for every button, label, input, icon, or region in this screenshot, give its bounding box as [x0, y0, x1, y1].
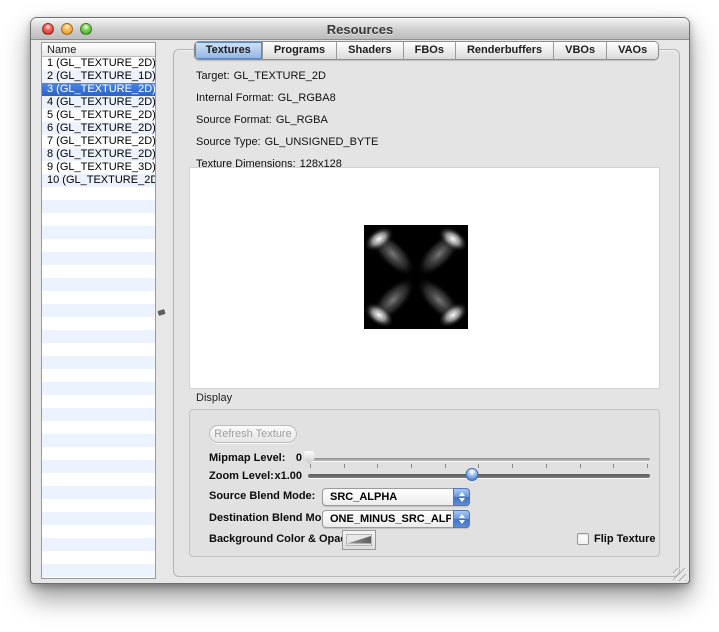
info-source-type: Source Type: GL_UNSIGNED_BYTE: [196, 136, 378, 148]
list-item-selected[interactable]: 3 (GL_TEXTURE_2D): [42, 83, 155, 96]
info-source-format: Source Format: GL_RGBA: [196, 114, 328, 126]
info-value: GL_TEXTURE_2D: [234, 70, 326, 82]
list-item[interactable]: 1 (GL_TEXTURE_2D): [42, 57, 155, 70]
tab-bar: Textures Programs Shaders FBOs Renderbuf…: [173, 41, 680, 58]
list-item[interactable]: 4 (GL_TEXTURE_2D): [42, 96, 155, 109]
desktop: { "window": { "title": "Resources" }, "c…: [0, 0, 719, 632]
info-value: GL_RGBA: [276, 114, 328, 126]
flip-texture-label: Flip Texture: [594, 533, 656, 545]
zoom-slider-thumb[interactable]: [466, 468, 479, 481]
mipmap-slider-track[interactable]: [308, 458, 650, 461]
mouse-cursor-artifact: [157, 309, 165, 316]
background-color-label: Background Color & Opacity:: [209, 533, 363, 545]
tab-fbos[interactable]: FBOs: [404, 42, 456, 59]
source-blend-label: Source Blend Mode:: [209, 490, 315, 502]
display-groupbox: Refresh Texture Mipmap Level: 0 Zoom Lev…: [189, 409, 660, 557]
source-blend-popup[interactable]: SRC_ALPHA: [322, 488, 470, 506]
flip-texture-checkbox[interactable]: [577, 533, 589, 545]
list-header-name[interactable]: Name: [42, 43, 155, 57]
info-label: Target:: [196, 70, 230, 82]
title-bar[interactable]: Resources: [31, 18, 689, 40]
display-section-label: Display: [196, 392, 232, 404]
arrow-up-icon: [459, 514, 465, 518]
list-item[interactable]: 9 (GL_TEXTURE_3D): [42, 161, 155, 174]
texture-preview-area: [189, 167, 660, 389]
destination-blend-value: ONE_MINUS_SRC_ALPHA: [323, 511, 451, 527]
arrow-down-icon: [459, 520, 465, 524]
info-label: Source Format:: [196, 114, 272, 126]
destination-blend-popup[interactable]: ONE_MINUS_SRC_ALPHA: [322, 510, 470, 528]
texture-image: [364, 225, 468, 329]
background-color-well[interactable]: [342, 530, 376, 550]
window-resize-grip[interactable]: [673, 568, 686, 581]
popup-stepper-icon: [453, 510, 470, 528]
mipmap-level-slider[interactable]: [308, 451, 650, 465]
list-item[interactable]: 5 (GL_TEXTURE_2D): [42, 109, 155, 122]
opacity-wedge-icon: [347, 535, 371, 545]
info-internal-format: Internal Format: GL_RGBA8: [196, 92, 336, 104]
mipmap-slider-thumb[interactable]: [304, 451, 315, 464]
tab-shaders[interactable]: Shaders: [337, 42, 403, 59]
list-item[interactable]: 7 (GL_TEXTURE_2D): [42, 135, 155, 148]
list-item[interactable]: 10 (GL_TEXTURE_2D): [42, 174, 155, 187]
popup-stepper-icon: [453, 488, 470, 506]
list-body: 1 (GL_TEXTURE_2D) 2 (GL_TEXTURE_1D) 3 (G…: [42, 57, 155, 578]
tab-textures[interactable]: Textures: [195, 42, 263, 59]
tab-programs[interactable]: Programs: [263, 42, 337, 59]
info-label: Internal Format:: [196, 92, 274, 104]
resources-window: Resources Name 1 (GL_TEXTURE_2D) 2 (GL_T…: [30, 17, 690, 584]
arrow-down-icon: [459, 498, 465, 502]
zoom-slider-track[interactable]: [308, 474, 650, 478]
color-swatch: [346, 534, 372, 546]
zoom-level-value: x1.00: [264, 470, 302, 482]
info-value: GL_UNSIGNED_BYTE: [265, 136, 379, 148]
list-item[interactable]: 8 (GL_TEXTURE_2D): [42, 148, 155, 161]
list-item[interactable]: 2 (GL_TEXTURE_1D): [42, 70, 155, 83]
tab-vbos[interactable]: VBOs: [554, 42, 607, 59]
list-item[interactable]: 6 (GL_TEXTURE_2D): [42, 122, 155, 135]
window-title: Resources: [31, 22, 689, 37]
info-value: GL_RGBA8: [278, 92, 336, 104]
info-label: Source Type:: [196, 136, 261, 148]
source-blend-value: SRC_ALPHA: [323, 489, 451, 505]
info-target: Target: GL_TEXTURE_2D: [196, 70, 326, 82]
arrow-up-icon: [459, 492, 465, 496]
tab-vaos[interactable]: VAOs: [607, 42, 658, 59]
resource-list: Name 1 (GL_TEXTURE_2D) 2 (GL_TEXTURE_1D)…: [41, 42, 156, 579]
mipmap-level-value: 0: [276, 452, 302, 464]
tab-renderbuffers[interactable]: Renderbuffers: [456, 42, 554, 59]
refresh-texture-button[interactable]: Refresh Texture: [209, 425, 297, 443]
segmented-control: Textures Programs Shaders FBOs Renderbuf…: [194, 41, 659, 60]
destination-blend-label: Destination Blend Mode:: [209, 512, 338, 524]
zoom-level-slider[interactable]: [308, 468, 650, 482]
mipmap-level-label: Mipmap Level:: [209, 452, 285, 464]
